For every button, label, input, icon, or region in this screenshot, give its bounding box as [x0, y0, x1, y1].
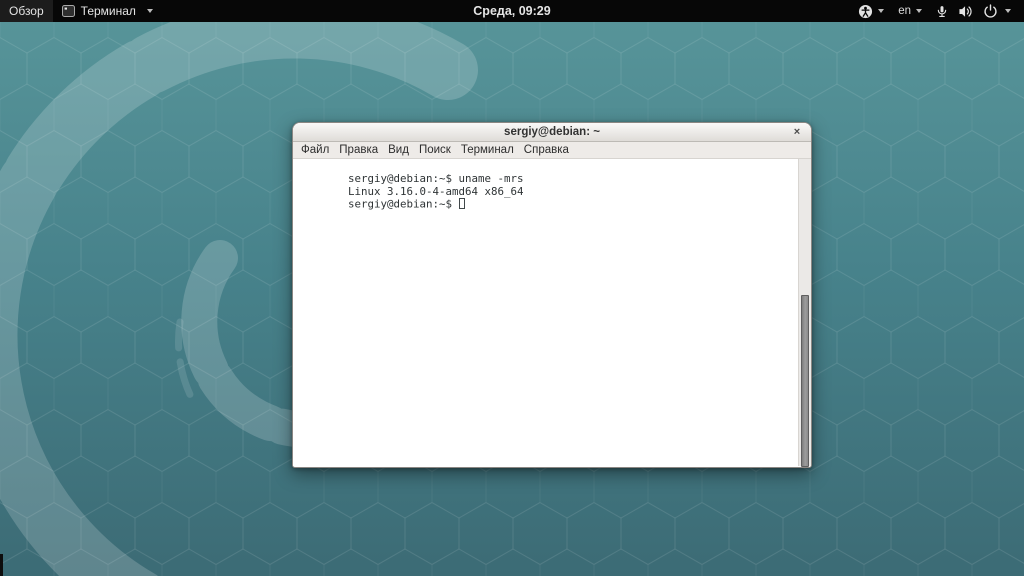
titlebar[interactable]: sergiy@debian: ~ × — [293, 123, 811, 142]
chevron-down-icon — [1005, 9, 1011, 13]
clock-button[interactable]: Среда, 09:29 — [464, 0, 559, 22]
window-title: sergiy@debian: ~ — [504, 126, 600, 138]
scrollbar-thumb[interactable] — [801, 295, 809, 467]
chevron-down-icon — [147, 9, 153, 13]
accessibility-icon — [858, 4, 873, 19]
menu-view[interactable]: Вид — [387, 144, 410, 156]
terminal-app-icon — [62, 5, 75, 17]
power-icon — [983, 4, 998, 19]
chevron-down-icon — [878, 9, 884, 13]
menu-file[interactable]: Файл — [300, 144, 330, 156]
scrollbar[interactable] — [798, 159, 811, 466]
close-button[interactable]: × — [789, 124, 805, 140]
desktop: Обзор Терминал Среда, 09:29 — [0, 0, 1024, 576]
top-bar: Обзор Терминал Среда, 09:29 — [0, 0, 1024, 22]
menu-terminal[interactable]: Терминал — [460, 144, 515, 156]
volume-icon — [958, 4, 974, 19]
accessibility-menu-button[interactable] — [851, 0, 891, 22]
menu-help[interactable]: Справка — [523, 144, 570, 156]
terminal-line: sergiy@debian:~$ uname -mrs — [296, 160, 811, 173]
app-menu-button[interactable]: Терминал — [53, 0, 162, 22]
menu-bar: Файл Правка Вид Поиск Терминал Справка — [293, 142, 811, 159]
terminal-window: sergiy@debian: ~ × Файл Правка Вид Поиск… — [292, 122, 812, 468]
activities-button[interactable]: Обзор — [0, 0, 53, 22]
chevron-down-icon — [916, 9, 922, 13]
app-menu-label: Терминал — [81, 4, 136, 18]
terminal-view[interactable]: sergiy@debian:~$ uname -mrs Linux 3.16.0… — [293, 159, 811, 466]
input-source-label: en — [898, 5, 911, 17]
menu-search[interactable]: Поиск — [418, 144, 452, 156]
microphone-icon — [935, 4, 949, 19]
menu-edit[interactable]: Правка — [338, 144, 379, 156]
message-tray-corner — [0, 554, 3, 576]
terminal-cursor — [459, 198, 466, 209]
system-status-menu-button[interactable] — [929, 0, 1017, 22]
input-source-button[interactable]: en — [891, 0, 929, 22]
